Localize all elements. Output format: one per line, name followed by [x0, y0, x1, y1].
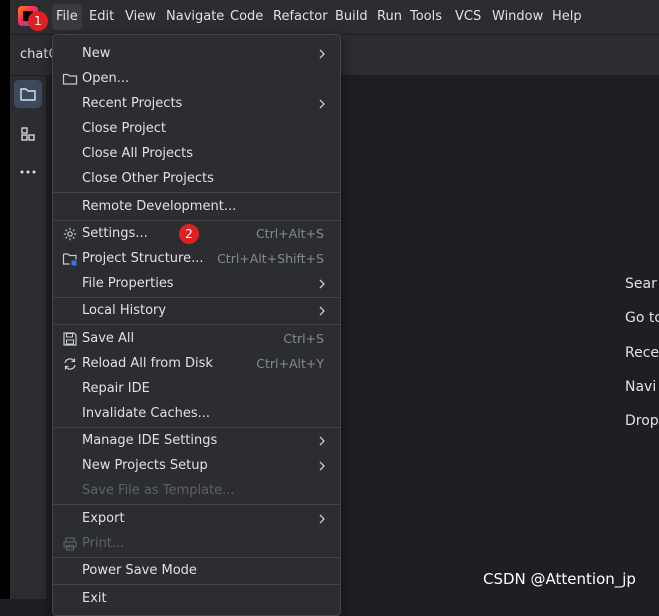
menu-item-recent-projects[interactable]: Recent Projects [53, 92, 340, 116]
main-menubar: File Edit View Navigate Code Refactor Bu… [10, 0, 659, 35]
menu-item-local-history[interactable]: Local History [53, 299, 340, 323]
menu-item-close-project[interactable]: Close Project [53, 117, 340, 141]
menu-run[interactable]: Run [377, 8, 402, 26]
menu-separator [53, 504, 340, 505]
menu-item-label: Recent Projects [82, 96, 183, 111]
menu-item-label: Settings... [82, 226, 148, 241]
menu-item-label: Print... [82, 536, 125, 551]
chevron-right-icon [319, 514, 325, 524]
reload-icon [64, 358, 76, 370]
menu-separator [53, 427, 340, 428]
menu-item-exit[interactable]: Exit [53, 587, 340, 611]
menu-item-label: New Projects Setup [82, 458, 208, 473]
menu-item-label: Close Other Projects [82, 171, 214, 186]
menu-separator [53, 297, 340, 298]
menu-edit[interactable]: Edit [89, 8, 114, 26]
menu-vcs[interactable]: VCS [455, 8, 481, 26]
menu-separator [53, 324, 340, 325]
welcome-drop-hint: Drop [625, 413, 659, 429]
menu-navigate[interactable]: Navigate [166, 8, 224, 26]
step-badge-2: 2 [179, 224, 199, 244]
more-icon [20, 170, 36, 174]
menu-item-label: Open... [82, 71, 130, 86]
menu-window[interactable]: Window [492, 8, 543, 26]
csdn-watermark: CSDN @Attention_jp [483, 570, 636, 588]
menu-refactor[interactable]: Refactor [273, 8, 328, 26]
menu-item-repair-ide[interactable]: Repair IDE [53, 377, 340, 401]
welcome-recent-hint: Rece [625, 345, 659, 361]
menu-item-export[interactable]: Export [53, 507, 340, 531]
menu-item-label: Save All [82, 331, 135, 346]
structure-icon [21, 127, 35, 141]
step-badge-1: 1 [28, 11, 48, 31]
menu-item-shortcut: Ctrl+S [283, 331, 324, 346]
menu-item-new-projects-setup[interactable]: New Projects Setup [53, 454, 340, 478]
menu-item-close-other-projects[interactable]: Close Other Projects [53, 167, 340, 191]
menu-help[interactable]: Help [552, 8, 582, 26]
menu-item-file-properties[interactable]: File Properties [53, 272, 340, 296]
window-edge [0, 0, 10, 599]
menu-item-shortcut: Ctrl+Alt+Shift+S [217, 251, 324, 266]
menu-item-power-save-mode[interactable]: Power Save Mode [53, 559, 340, 583]
menu-file[interactable]: File [52, 4, 82, 30]
menu-item-label: Power Save Mode [82, 563, 197, 578]
menu-item-label: Exit [82, 591, 107, 606]
menu-tools[interactable]: Tools [410, 8, 442, 26]
project-tool-button[interactable] [14, 80, 42, 108]
menu-item-label: Repair IDE [82, 381, 150, 396]
menu-item-shortcut: Ctrl+Alt+S [255, 226, 324, 241]
folder-icon [62, 73, 78, 85]
menu-item-label: Close Project [82, 121, 167, 136]
gear-icon [63, 227, 77, 241]
chevron-right-icon [319, 49, 325, 59]
more-tools-button[interactable] [14, 158, 42, 186]
menu-item-save-file-as-template: Save File as Template... [53, 479, 340, 503]
menu-build[interactable]: Build [335, 8, 368, 26]
welcome-navigation-hint: Navi [625, 379, 657, 395]
menu-separator [53, 192, 340, 193]
menu-item-manage-ide-settings[interactable]: Manage IDE Settings [53, 429, 340, 453]
file-menu-dropdown: New Open... Recent Projects Close Projec… [52, 34, 341, 616]
menu-item-shortcut: Ctrl+Alt+Y [256, 356, 324, 371]
tool-window-strip [10, 76, 47, 599]
menu-item-print: Print... [53, 532, 340, 556]
menu-item-reload-all[interactable]: Reload All from Disk Ctrl+Alt+Y [53, 352, 340, 376]
menu-separator [53, 557, 340, 558]
menu-item-label: Project Structure... [82, 251, 204, 266]
welcome-goto-hint: Go to [625, 310, 659, 326]
chevron-right-icon [319, 306, 325, 316]
chevron-right-icon [319, 279, 325, 289]
menu-item-label: New [82, 46, 111, 61]
welcome-search-hint: Sear [625, 276, 657, 292]
menu-item-remote-development[interactable]: Remote Development... [53, 195, 340, 219]
menu-item-project-structure[interactable]: Project Structure... Ctrl+Alt+Shift+S [53, 247, 340, 271]
chevron-right-icon [319, 461, 325, 471]
menu-item-save-all[interactable]: Save All Ctrl+S [53, 327, 340, 351]
menu-item-close-all-projects[interactable]: Close All Projects [53, 142, 340, 166]
chevron-right-icon [319, 436, 325, 446]
chevron-right-icon [319, 99, 325, 109]
project-structure-icon [62, 253, 77, 266]
menu-item-invalidate-caches[interactable]: Invalidate Caches... [53, 402, 340, 426]
folder-icon [20, 88, 36, 101]
menu-item-label: Reload All from Disk [82, 356, 213, 371]
save-icon [63, 332, 77, 346]
menu-item-label: File Properties [82, 276, 174, 291]
structure-tool-button[interactable] [14, 120, 42, 148]
menu-view[interactable]: View [125, 8, 156, 26]
menu-item-label: Manage IDE Settings [82, 433, 218, 448]
menu-item-new[interactable]: New [53, 42, 340, 66]
menu-item-label: Close All Projects [82, 146, 194, 161]
menu-code[interactable]: Code [230, 8, 263, 26]
menu-item-label: Invalidate Caches... [82, 406, 211, 421]
menu-item-label: Save File as Template... [82, 483, 235, 498]
menu-item-label: Local History [82, 303, 167, 318]
menu-separator [53, 220, 340, 221]
menu-item-label: Remote Development... [82, 199, 237, 214]
menu-item-label: Export [82, 511, 125, 526]
menu-separator [53, 584, 340, 585]
printer-icon [63, 537, 77, 551]
menu-item-open[interactable]: Open... [53, 67, 340, 91]
